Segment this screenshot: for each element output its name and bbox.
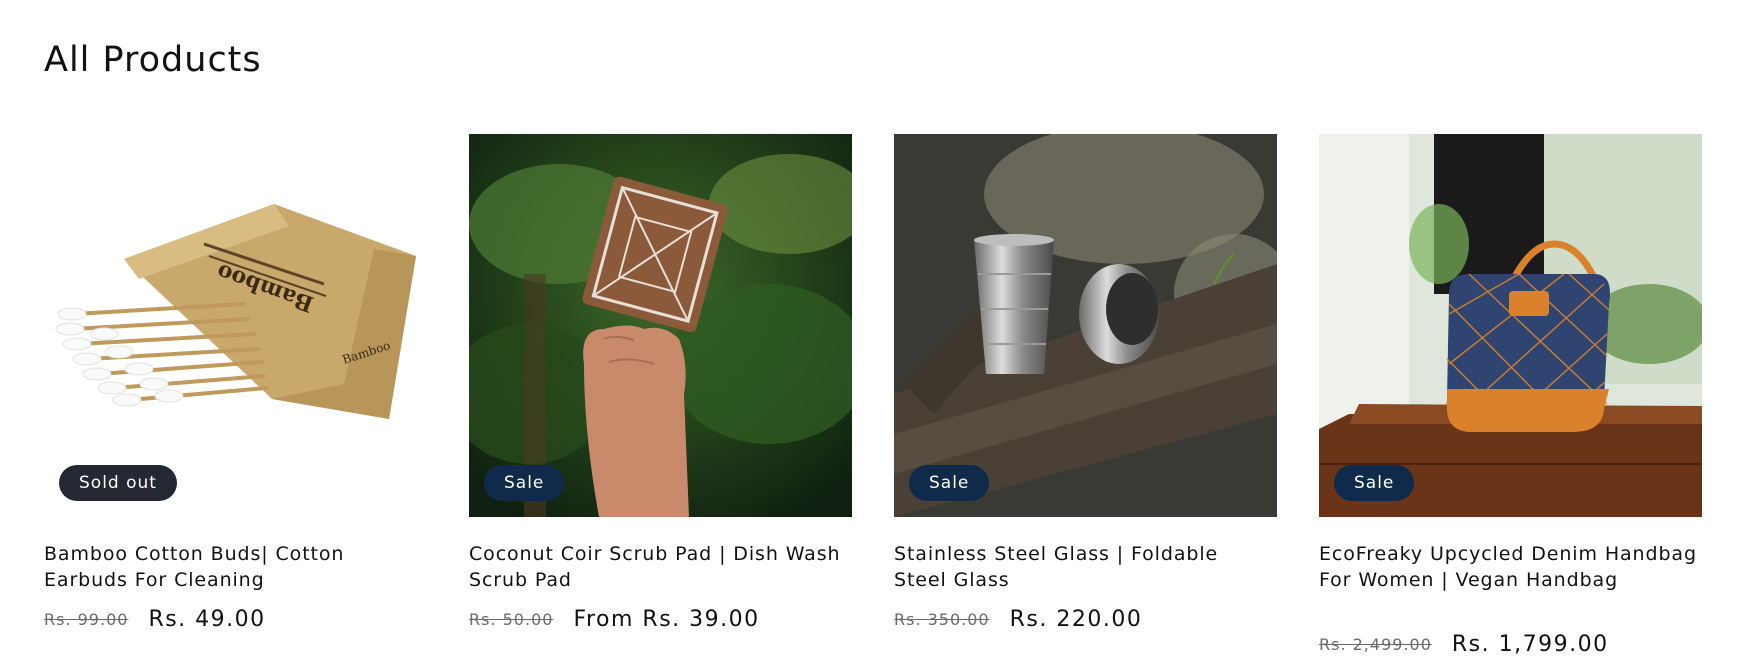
product-price: Rs. 350.00 Rs. 220.00 (894, 607, 1277, 632)
product-price: Rs. 2,499.00 Rs. 1,799.00 (1319, 632, 1702, 657)
regular-price: Rs. 350.00 (894, 610, 990, 629)
sold-out-badge: Sold out (59, 465, 177, 501)
coconut-coir-scrub-pad-image (469, 134, 852, 517)
regular-price: Rs. 2,499.00 (1319, 635, 1432, 654)
product-price: Rs. 50.00 From Rs. 39.00 (469, 607, 852, 632)
regular-price: Rs. 50.00 (469, 610, 554, 629)
denim-handbag-image (1319, 134, 1702, 517)
product-card-denim-handbag[interactable]: Sale EcoFreaky Upcycled Denim Handbag Fo… (1319, 134, 1702, 671)
product-title-link[interactable]: Stainless Steel Glass | Foldable Steel G… (894, 541, 1277, 593)
product-title-link[interactable]: EcoFreaky Upcycled Denim Handbag For Wom… (1319, 541, 1702, 593)
bamboo-cotton-buds-box-image: Bamboo Bamboo (44, 134, 427, 517)
section-title: All Products (44, 40, 262, 80)
regular-price: Rs. 99.00 (44, 610, 129, 629)
sale-price: Rs. 1,799.00 (1451, 632, 1609, 657)
product-card-coconut-coir-scrub-pad[interactable]: Sale Coconut Coir Scrub Pad | Dish Wash … (469, 134, 852, 671)
product-title-link[interactable]: Bamboo Cotton Buds| Cotton Earbuds For C… (44, 541, 427, 593)
product-image-stainless-steel-glass[interactable]: Sale (894, 134, 1277, 517)
product-card-stainless-steel-glass[interactable]: Sale Stainless Steel Glass | Foldable St… (894, 134, 1277, 671)
sale-price: From Rs. 39.00 (573, 607, 760, 632)
sale-price: Rs. 220.00 (1009, 607, 1143, 632)
product-card-bamboo-cotton-buds[interactable]: Bamboo Bamboo Sold out Bamboo Cotton Bud… (44, 134, 427, 671)
product-image-coconut-coir-scrub-pad[interactable]: Sale (469, 134, 852, 517)
foldable-steel-glass-image (894, 134, 1277, 517)
sale-badge: Sale (909, 465, 990, 501)
sale-badge: Sale (484, 465, 565, 501)
sale-badge: Sale (1334, 465, 1415, 501)
product-grid: Bamboo Bamboo Sold out Bamboo Cotton Bud… (44, 134, 1709, 671)
sale-price: Rs. 49.00 (148, 607, 266, 632)
product-title-link[interactable]: Coconut Coir Scrub Pad | Dish Wash Scrub… (469, 541, 852, 593)
product-image-denim-handbag[interactable]: Sale (1319, 134, 1702, 517)
product-price: Rs. 99.00 Rs. 49.00 (44, 607, 427, 632)
product-image-bamboo-cotton-buds[interactable]: Bamboo Bamboo Sold out (44, 134, 427, 517)
